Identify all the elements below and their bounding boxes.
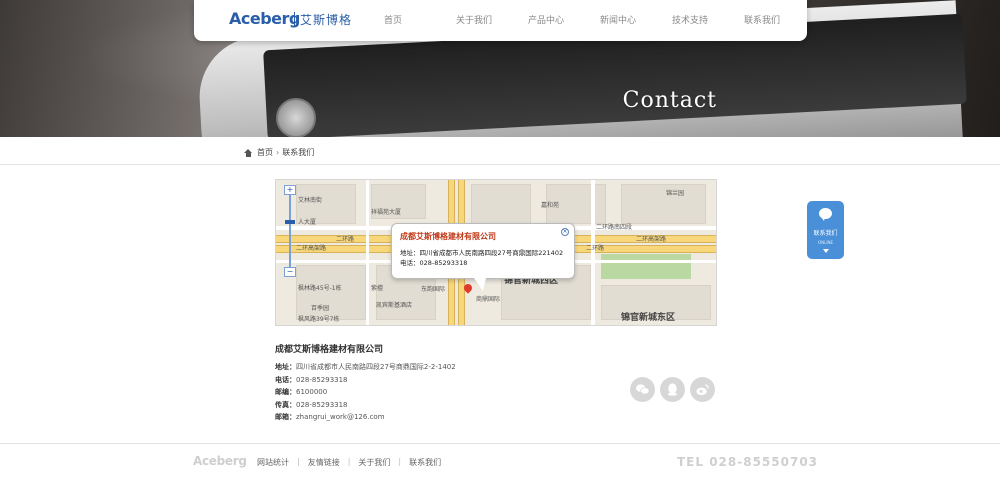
info-label: 邮编： [275,388,296,396]
footer-separator: | [297,457,300,466]
logo-divider [294,12,295,27]
zoom-control[interactable]: + − [284,185,296,277]
map-label: 枫风路39号7栋 [298,316,340,323]
nav-about[interactable]: 关于我们 [456,13,528,26]
zoom-out-button[interactable]: − [284,267,296,277]
map-block [621,184,706,224]
footer-link-contact[interactable]: 联系我们 [409,457,441,468]
nav-contact[interactable]: 联系我们 [744,13,816,26]
footer-link-stats[interactable]: 网站统计 [257,457,289,468]
footer-links: 网站统计 | 友情链接 | 关于我们 | 联系我们 [257,457,441,468]
footer-link-friends[interactable]: 友情链接 [308,457,340,468]
popup-title: 成都艾斯博格建材有限公司 [400,232,496,241]
info-value: 6100000 [296,388,328,396]
footer-link-about[interactable]: 关于我们 [358,457,390,468]
chevron-down-icon [823,249,829,253]
main-nav: 首页 关于我们 产品中心 新闻中心 技术支持 联系我们 [384,13,816,26]
footer-separator: | [347,457,351,466]
info-label: 传真： [275,400,296,409]
map-label: 百季园 [311,305,330,312]
map-label: 人大厦 [298,219,317,226]
map-district-label: 锦官新城东区 [621,313,676,323]
info-email: 邮箱：zhangrui_work@126.com [275,411,575,424]
info-address: 地址：四川省成都市人民南路四段27号商鼎国际2-2-1402 [275,361,575,374]
floating-contact-button[interactable]: 联系我们 ONLINE [807,201,844,259]
breadcrumb-separator: › [276,148,280,157]
company-name: 成都艾斯博格建材有限公司 [275,345,384,355]
breadcrumb-bar: 首页 › 联系我们 [0,137,1000,165]
info-label: 电话： [275,375,296,384]
map-label: 祥福苑大厦 [371,209,402,216]
info-label: 邮箱： [275,413,296,421]
map-street [366,180,369,325]
popup-tail [474,278,486,291]
map-label: 枫林路45号-1栋 [298,285,342,292]
chat-bubble-icon [819,208,832,221]
zoom-slider-handle[interactable] [285,220,295,224]
map-label: 锦兰园 [666,190,685,197]
breadcrumb-current: 联系我们 [282,148,315,157]
popup-address: 地址：四川省成都市人民南路四段27号商鼎国际221402 [400,249,564,257]
zoom-track[interactable] [289,195,291,270]
zoom-in-button[interactable]: + [284,185,296,195]
map-label: 嘉和苑 [541,202,560,209]
info-value[interactable]: zhangrui_work@126.com [296,413,385,421]
info-postcode: 邮编：6100000 [275,386,575,399]
banner-title: Contact [622,88,717,113]
map-label: 二环高架路 [296,245,327,252]
map-label: 二环路 [586,245,605,252]
qq-icon[interactable] [660,377,685,402]
logo-text[interactable]: Aceberg [229,9,300,28]
footer-separator: | [398,457,402,466]
info-value: 四川省成都市人民南路四段27号商鼎国际2-2-1402 [296,363,456,371]
map-label: 紫檀 [371,285,384,292]
company-info: 成都艾斯博格建材有限公司 地址：四川省成都市人民南路四段27号商鼎国际2-2-1… [275,342,575,424]
floating-contact-label: 联系我们 [813,230,838,237]
floating-contact-sub: ONLINE [817,240,834,245]
nav-home[interactable]: 首页 [384,13,456,26]
info-label: 地址： [275,363,296,371]
info-fax: 传真：028-85293318 [275,399,575,412]
map-park [601,254,691,279]
map-label: 二环路南四段 [596,224,633,231]
info-value: 028-85293318 [296,400,348,409]
map-street [591,180,595,325]
nav-support[interactable]: 技术支持 [672,13,744,26]
footer: Aceberg 网站统计 | 友情链接 | 关于我们 | 联系我们 TEL 02… [0,443,1000,500]
footer-telephone: TEL 028-85550703 [677,455,819,469]
logo-chinese[interactable]: 艾斯博格 [300,11,352,28]
popup-phone: 电话：028-85293318 [400,259,468,267]
footer-logo: Aceberg [193,454,247,468]
map-label: 艾林南街 [298,197,323,204]
close-icon[interactable]: × [561,228,569,236]
nav-products[interactable]: 产品中心 [528,13,600,26]
location-map[interactable]: 艾林南街 人大厦 祥福苑大厦 嘉和苑 二环路 二环高架路 二环路南四段 二环路 … [275,179,717,326]
header-nav-card: Aceberg 艾斯博格 首页 关于我们 产品中心 新闻中心 技术支持 联系我们 [194,0,807,41]
phone-home-button [276,98,316,137]
wechat-icon[interactable] [630,377,655,402]
nav-news[interactable]: 新闻中心 [600,13,672,26]
map-label: 东韵国际 [421,286,446,293]
weibo-icon[interactable] [690,377,715,402]
map-block [296,265,366,320]
info-value: 028-85293318 [296,375,348,384]
map-label: 商鼎国际 [476,296,501,303]
map-info-window: 成都艾斯博格建材有限公司 地址：四川省成都市人民南路四段27号商鼎国际22140… [391,223,575,279]
map-label: 凯宾斯基酒店 [376,302,413,309]
map-block [471,184,531,224]
breadcrumb-home[interactable]: 首页 [257,147,273,158]
breadcrumb: 首页 › 联系我们 [244,147,314,158]
map-label: 二环路 [336,236,355,243]
map-label: 二环高架路 [636,236,667,243]
home-icon[interactable] [244,148,253,157]
info-phone: 电话：028-85293318 [275,374,575,387]
